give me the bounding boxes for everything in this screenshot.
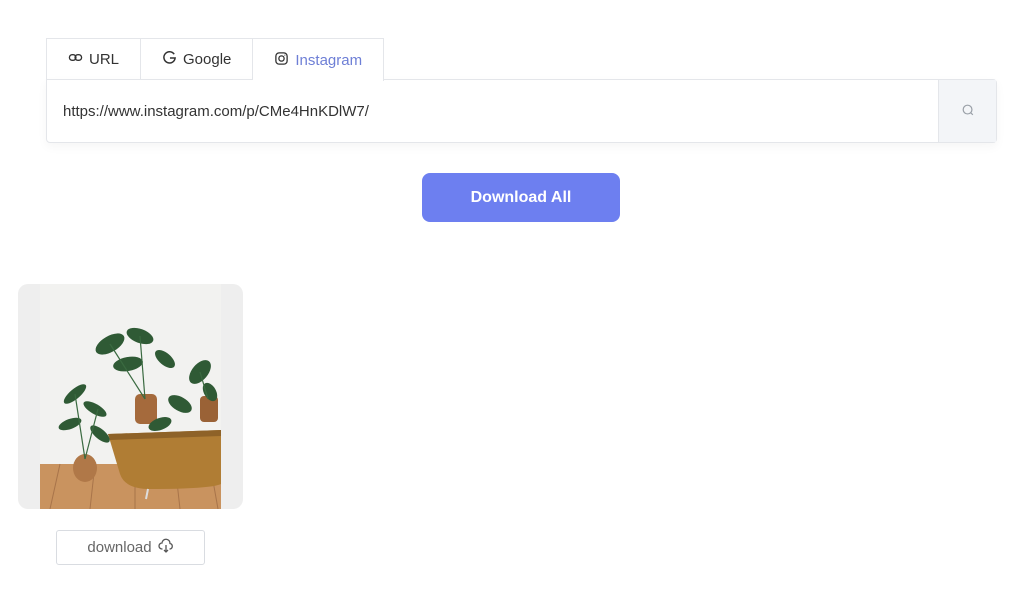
- tab-instagram-label: Instagram: [295, 51, 363, 69]
- source-tabs: URL Google Instagram: [46, 38, 385, 81]
- instagram-icon: [274, 51, 289, 70]
- search-button[interactable]: [938, 80, 996, 142]
- tab-google[interactable]: Google: [141, 38, 254, 80]
- result-image[interactable]: [40, 284, 221, 509]
- search-icon: [961, 103, 975, 120]
- tab-instagram[interactable]: Instagram: [253, 38, 385, 81]
- tab-google-label: Google: [183, 51, 232, 68]
- download-button[interactable]: download: [56, 530, 205, 565]
- tab-url-label: URL: [89, 51, 120, 68]
- google-icon: [162, 50, 177, 69]
- tab-url[interactable]: URL: [46, 38, 142, 80]
- cloud-download-icon: [158, 538, 174, 558]
- url-input[interactable]: [47, 80, 938, 142]
- link-icon: [68, 50, 83, 69]
- url-search-bar: [46, 79, 997, 143]
- download-all-button[interactable]: Download All: [422, 173, 620, 222]
- download-button-label: download: [87, 539, 152, 556]
- downloader-page: URL Google Instagram https://www.instagr…: [0, 0, 1024, 602]
- result-card: [18, 284, 243, 509]
